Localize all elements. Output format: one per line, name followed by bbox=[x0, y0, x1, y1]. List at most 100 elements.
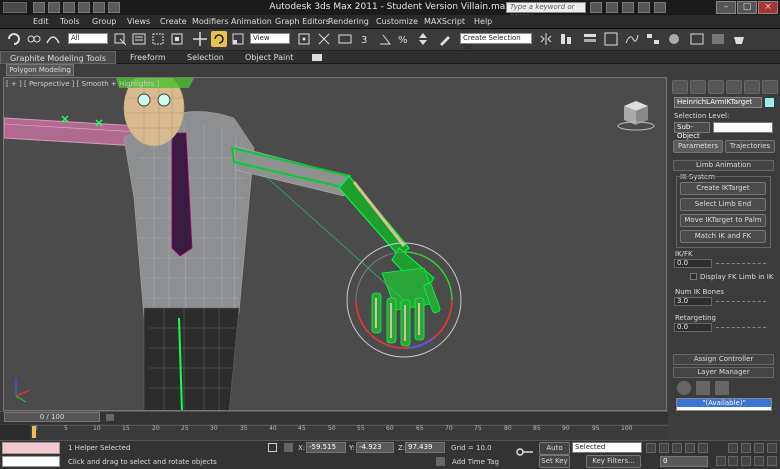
rectangular-selection-icon[interactable] bbox=[150, 31, 166, 47]
tab-graphite-modeling-tools[interactable]: Graphite Modeling Tools bbox=[0, 51, 116, 64]
num-ik-bones-slider[interactable] bbox=[716, 301, 766, 305]
ikfk-spinner[interactable]: 0.0 bbox=[674, 259, 712, 268]
layer-list-icon[interactable] bbox=[715, 381, 729, 395]
tab-selection[interactable]: Selection bbox=[187, 51, 224, 64]
key-filters-button[interactable]: Key Filters... bbox=[586, 455, 641, 468]
display-panel-icon[interactable] bbox=[744, 80, 760, 94]
auto-key-button[interactable]: Auto Key bbox=[539, 442, 570, 463]
object-color-swatch[interactable] bbox=[765, 98, 774, 107]
utilities-panel-icon[interactable] bbox=[762, 80, 778, 94]
maxscript-mini-field[interactable] bbox=[2, 456, 60, 467]
tab-object-paint[interactable]: Object Paint bbox=[245, 51, 293, 64]
layer-add-icon[interactable] bbox=[677, 381, 691, 395]
play-icon[interactable] bbox=[672, 443, 682, 453]
orbit-icon[interactable] bbox=[754, 456, 764, 466]
search-icon[interactable] bbox=[590, 2, 602, 13]
snaps-toggle-icon[interactable]: 3 bbox=[359, 31, 375, 47]
maximize-icon[interactable]: □ bbox=[737, 1, 757, 14]
set-key-button[interactable]: Set Key bbox=[539, 455, 570, 468]
go-to-end-icon[interactable] bbox=[698, 443, 708, 453]
spinner-snap-icon[interactable] bbox=[415, 31, 431, 47]
percent-snap-icon[interactable]: % bbox=[396, 31, 412, 47]
menu-tools[interactable]: Tools bbox=[60, 15, 80, 29]
help-icon[interactable] bbox=[654, 2, 666, 13]
create-iktarget-button[interactable]: Create IKTarget bbox=[680, 182, 766, 195]
menu-views[interactable]: Views bbox=[127, 15, 150, 29]
display-fk-checkbox[interactable] bbox=[690, 273, 697, 280]
move-icon[interactable] bbox=[192, 31, 208, 47]
retargeting-slider[interactable] bbox=[716, 327, 766, 331]
close-icon[interactable]: × bbox=[758, 1, 778, 14]
next-frame-icon[interactable] bbox=[685, 443, 695, 453]
schematic-view-icon[interactable] bbox=[645, 31, 661, 47]
rendered-frame-icon[interactable] bbox=[710, 31, 726, 47]
zoom-extents-icon[interactable] bbox=[754, 443, 764, 453]
select-object-icon[interactable] bbox=[112, 31, 128, 47]
window-crossing-icon[interactable] bbox=[169, 31, 185, 47]
maxscript-listener-field[interactable] bbox=[2, 442, 60, 454]
select-manipulate-icon[interactable] bbox=[316, 31, 332, 47]
render-production-icon[interactable] bbox=[731, 31, 747, 47]
move-iktarget-to-palm-button[interactable]: Move IKTarget to Palm bbox=[680, 214, 766, 227]
time-slider[interactable]: 0 / 100 bbox=[4, 412, 100, 422]
ribbon-options-icon[interactable] bbox=[312, 54, 322, 61]
tab-polygon-modeling[interactable]: Polygon Modeling bbox=[6, 64, 74, 76]
selection-lock-icon[interactable] bbox=[268, 443, 277, 452]
zoom-all-icon[interactable] bbox=[741, 443, 751, 453]
add-time-tag[interactable]: Add Time Tag bbox=[452, 458, 499, 466]
match-ik-fk-button[interactable]: Match IK and FK bbox=[680, 230, 766, 243]
search-input[interactable]: Type a keyword or phrase bbox=[506, 2, 586, 20]
x-coordinate-field[interactable]: -59.515 bbox=[306, 442, 346, 453]
viewport-label[interactable]: [ + ] [ Perspective ] [ Smooth + Highlig… bbox=[6, 80, 159, 88]
render-setup-icon[interactable] bbox=[689, 31, 705, 47]
mini-curve-toggle-icon[interactable] bbox=[0, 425, 30, 440]
num-ik-bones-spinner[interactable]: 3.0 bbox=[674, 297, 712, 306]
z-coordinate-field[interactable]: 97.439 bbox=[405, 442, 445, 453]
menu-maxscript[interactable]: MAXScript bbox=[424, 15, 465, 29]
zoom-extents-all-icon[interactable] bbox=[767, 443, 777, 453]
key-icon[interactable] bbox=[516, 446, 534, 458]
sub-object-dropdown[interactable] bbox=[713, 122, 773, 133]
scale-icon[interactable] bbox=[230, 31, 246, 47]
layer-person-icon[interactable] bbox=[696, 381, 710, 395]
time-slider-next-icon[interactable] bbox=[106, 414, 114, 421]
menu-help[interactable]: Help bbox=[474, 15, 492, 29]
named-selection-dropdown[interactable]: Create Selection Se bbox=[460, 33, 532, 51]
select-by-name-icon[interactable] bbox=[131, 31, 147, 47]
menu-create[interactable]: Create bbox=[160, 15, 187, 29]
tab-trajectories[interactable]: Trajectories bbox=[725, 140, 775, 153]
zoom-icon[interactable] bbox=[728, 443, 738, 453]
select-limb-end-button[interactable]: Select Limb End bbox=[680, 198, 766, 211]
material-editor-icon[interactable] bbox=[666, 31, 682, 47]
retargeting-spinner[interactable]: 0.0 bbox=[674, 323, 712, 332]
tab-parameters[interactable]: Parameters bbox=[673, 140, 723, 153]
object-name-field[interactable]: HeinrichLArmIKTarget bbox=[674, 97, 762, 108]
keyboard-shortcut-icon[interactable] bbox=[337, 31, 353, 47]
time-tag-icon[interactable] bbox=[436, 457, 445, 466]
key-mode-dropdown[interactable]: Selected bbox=[572, 442, 642, 453]
hierarchy-panel-icon[interactable] bbox=[708, 80, 724, 94]
menu-modifiers[interactable]: Modifiers bbox=[192, 15, 229, 29]
ikfk-slider[interactable] bbox=[716, 263, 766, 267]
layer-manager-rollout[interactable]: Layer Manager bbox=[673, 367, 774, 378]
layer-manager-icon[interactable] bbox=[582, 31, 598, 47]
menu-graph-editors[interactable]: Graph Editors bbox=[275, 15, 330, 29]
current-frame-field[interactable]: 0 bbox=[660, 456, 708, 467]
perspective-viewport[interactable] bbox=[3, 77, 667, 411]
undo-icon[interactable] bbox=[6, 31, 22, 47]
menu-customize[interactable]: Customize bbox=[376, 15, 418, 29]
link-icon[interactable] bbox=[26, 31, 42, 47]
reference-coordinate-dropdown[interactable]: View bbox=[250, 33, 290, 44]
pan-icon[interactable] bbox=[741, 456, 751, 466]
assign-controller-rollout[interactable]: Assign Controller bbox=[673, 354, 774, 365]
menu-edit[interactable]: Edit bbox=[33, 15, 49, 29]
maximize-viewport-icon[interactable] bbox=[767, 456, 777, 466]
sub-object-button[interactable]: Sub-Object bbox=[674, 122, 710, 140]
communication-icon[interactable] bbox=[622, 2, 634, 13]
go-to-start-icon[interactable] bbox=[646, 443, 656, 453]
time-config-icon[interactable] bbox=[716, 456, 726, 466]
create-panel-icon[interactable] bbox=[672, 80, 688, 94]
align-icon[interactable] bbox=[558, 31, 574, 47]
field-of-view-icon[interactable] bbox=[728, 456, 738, 466]
menu-rendering[interactable]: Rendering bbox=[328, 15, 369, 29]
